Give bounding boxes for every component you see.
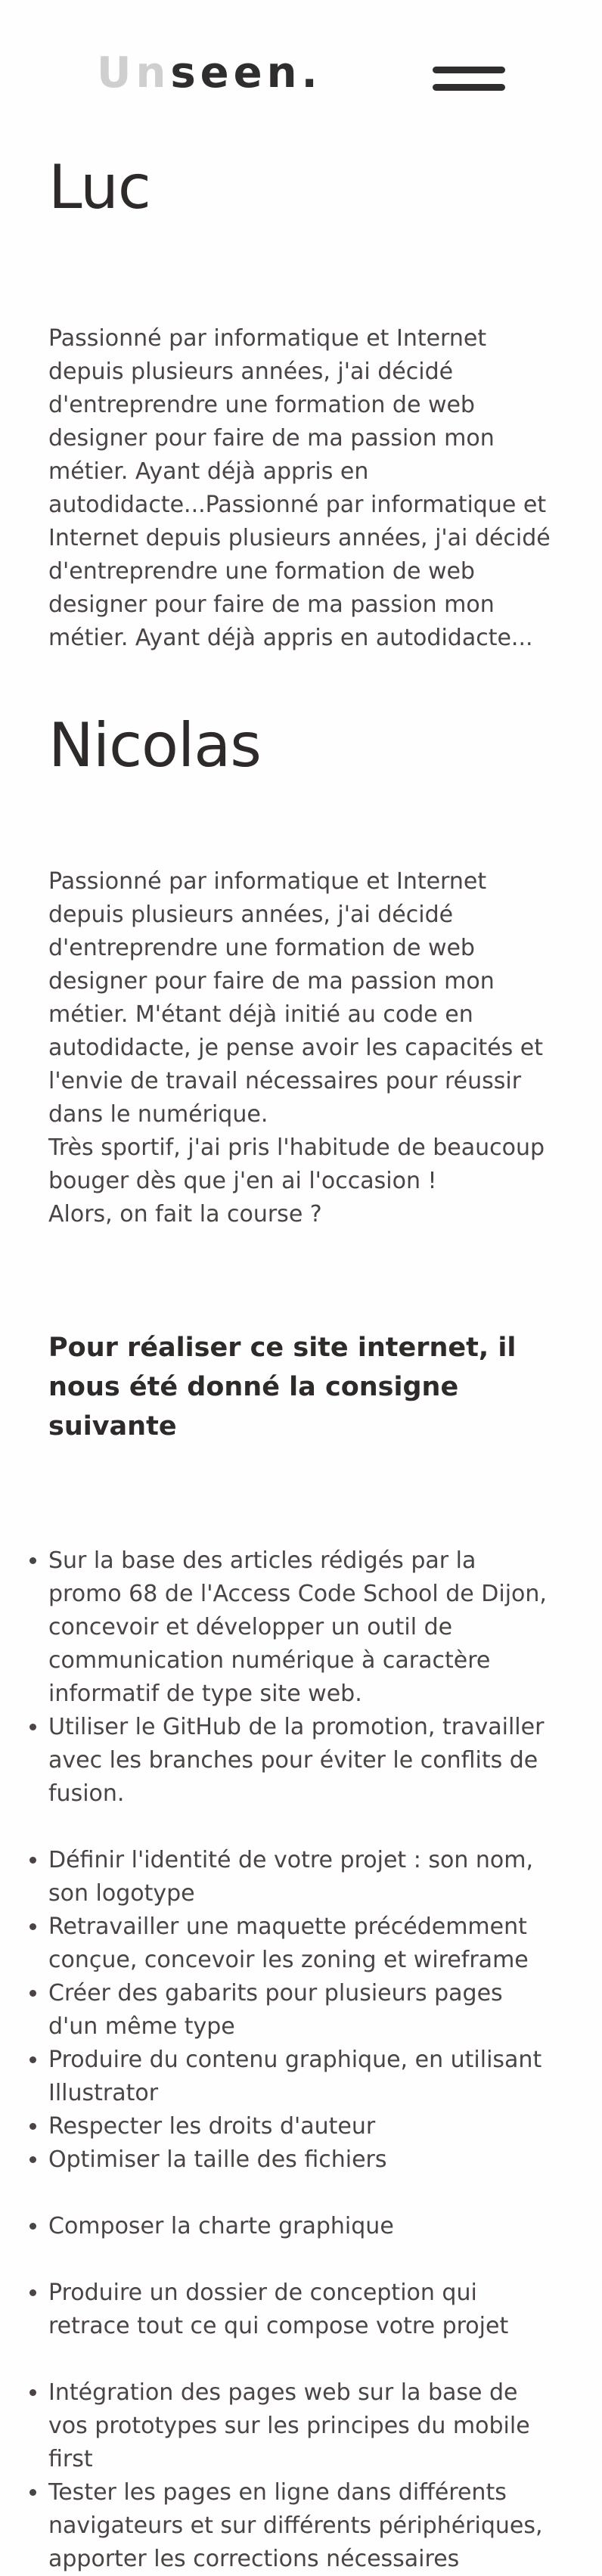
hamburger-bar-bottom xyxy=(433,84,505,91)
hamburger-bar-top xyxy=(433,67,505,73)
task-list: Sur la base des articles rédigés par la … xyxy=(48,1544,554,2576)
page: Unseen. Luc Passionné par informatique e… xyxy=(0,0,602,2572)
member-bio-nicolas-line2: Très sportif, j'ai pris l'habitude de be… xyxy=(48,1134,545,1194)
list-item: Produire un dossier de conception qui re… xyxy=(48,2277,554,2343)
member-bio-luc: Passionné par informatique et Internet d… xyxy=(48,325,551,651)
list-item: Intégration des pages web sur la base de… xyxy=(48,2376,554,2476)
task-group-5: Intégration des pages web sur la base de… xyxy=(48,2376,554,2576)
task-group-2: Définir l'identité de votre projet : son… xyxy=(48,1844,554,2177)
task-group-3: Composer la charte graphique xyxy=(48,2210,554,2243)
hamburger-menu-icon[interactable] xyxy=(433,67,505,92)
list-item: Tester les pages en ligne dans différent… xyxy=(48,2476,554,2576)
member-bio-nicolas-paragraph: Passionné par informatique et Internet d… xyxy=(48,868,543,1128)
member-bio-nicolas: Passionné par informatique et Internet d… xyxy=(48,865,554,1231)
task-group-4: Produire un dossier de conception qui re… xyxy=(48,2277,554,2343)
site-logo[interactable]: Unseen. xyxy=(97,47,322,100)
member-name-luc: Luc xyxy=(48,152,151,222)
member-name-nicolas: Nicolas xyxy=(48,710,262,781)
logo-light-part: Un xyxy=(97,48,171,98)
member-bio-nicolas-line3: Alors, on fait la course ? xyxy=(48,1201,322,1227)
list-item: Optimiser la taille des fichiers xyxy=(48,2143,554,2177)
list-item: Respecter les droits d'auteur xyxy=(48,2110,554,2143)
logo-dark-part: seen. xyxy=(170,48,322,98)
list-item: Composer la charte graphique xyxy=(48,2210,554,2243)
list-item: Sur la base des articles rédigés par la … xyxy=(48,1544,554,1711)
list-item: Créer des gabarits pour plusieurs pages … xyxy=(48,1977,554,2044)
header: Unseen. xyxy=(48,0,554,151)
list-item: Définir l'identité de votre projet : son… xyxy=(48,1844,554,1910)
list-item: Utiliser le GitHub de la promotion, trav… xyxy=(48,1711,554,1811)
task-group-1: Sur la base des articles rédigés par la … xyxy=(48,1544,554,1811)
consigne-heading: Pour réaliser ce site internet, il nous … xyxy=(48,1333,517,1442)
list-item: Retravailler une maquette précédemment c… xyxy=(48,1910,554,1977)
list-item: Produire du contenu graphique, en utilis… xyxy=(48,2044,554,2110)
